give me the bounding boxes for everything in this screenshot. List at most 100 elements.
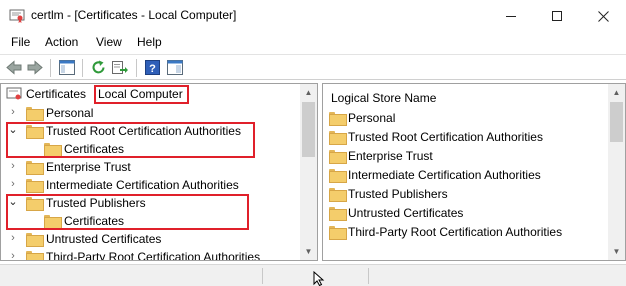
tree-root-item[interactable]: Certificates Local Computer xyxy=(1,85,301,103)
list-vertical-scrollbar[interactable]: ▲ ▼ xyxy=(608,84,625,260)
folder-icon xyxy=(329,131,347,145)
certificate-store-icon xyxy=(6,87,22,100)
folder-icon xyxy=(44,215,62,229)
tree-item-label: Personal xyxy=(46,106,94,120)
certificate-app-icon xyxy=(9,9,25,23)
list-item-label: Untrusted Certificates xyxy=(348,206,464,220)
folder-icon xyxy=(329,188,347,202)
tree-item-third-party[interactable]: › Third-Party Root Certification Authori… xyxy=(1,248,301,261)
title-bar: certlm - [Certificates - Local Computer] xyxy=(0,0,626,32)
list-item-label: Trusted Publishers xyxy=(348,187,448,201)
window-title: certlm - [Certificates - Local Computer] xyxy=(31,8,237,22)
action-pane-icon[interactable] xyxy=(166,59,184,76)
forward-arrow-icon[interactable] xyxy=(26,59,44,76)
chevron-right-icon[interactable]: › xyxy=(8,159,18,173)
tree-item-trusted-root-certificates[interactable]: Certificates xyxy=(1,140,301,158)
tree-root-label-highlight: Local Computer xyxy=(98,87,183,101)
tree-item-label: Intermediate Certification Authorities xyxy=(46,178,239,192)
minimize-icon xyxy=(506,15,516,17)
folder-icon xyxy=(26,197,44,211)
folder-icon xyxy=(26,179,44,193)
list-item[interactable]: Personal xyxy=(323,109,608,127)
folder-icon xyxy=(329,169,347,183)
tree-item-untrusted[interactable]: › Untrusted Certificates xyxy=(1,230,301,248)
menu-bar: File Action View Help xyxy=(0,32,626,53)
folder-icon xyxy=(26,107,44,121)
tree-item-trusted-root[interactable]: ⌄ Trusted Root Certification Authorities xyxy=(1,122,301,140)
tree-item-label: Third-Party Root Certification Authoriti… xyxy=(46,250,261,261)
folder-icon xyxy=(329,150,347,164)
list-item[interactable]: Trusted Publishers xyxy=(323,185,608,203)
folder-icon xyxy=(329,207,347,221)
chevron-right-icon[interactable]: › xyxy=(8,231,18,245)
svg-text:?: ? xyxy=(149,63,156,75)
list-item[interactable]: Trusted Root Certification Authorities xyxy=(323,128,608,146)
list-item-label: Personal xyxy=(348,111,396,125)
toolbar: ? xyxy=(0,54,626,80)
tree-item-trusted-publishers-certificates[interactable]: Certificates xyxy=(1,212,301,230)
list-item-label: Intermediate Certification Authorities xyxy=(348,168,541,182)
tree-vertical-scrollbar[interactable]: ▲ ▼ xyxy=(300,84,317,260)
maximize-button[interactable] xyxy=(534,0,580,32)
scroll-up-arrow-icon[interactable]: ▲ xyxy=(608,84,625,101)
folder-icon xyxy=(329,226,347,240)
back-arrow-icon[interactable] xyxy=(5,59,23,76)
tree-item-label: Trusted Root Certification Authorities xyxy=(46,124,241,138)
scroll-down-arrow-icon[interactable]: ▼ xyxy=(300,243,317,260)
chevron-down-icon[interactable]: ⌄ xyxy=(8,195,18,209)
console-tree-pane: Certificates Local Computer › Personal ⌄… xyxy=(0,83,318,261)
chevron-down-icon[interactable]: ⌄ xyxy=(8,123,18,137)
menu-help[interactable]: Help xyxy=(137,35,162,49)
list-item[interactable]: Untrusted Certificates xyxy=(323,204,608,222)
folder-icon xyxy=(26,161,44,175)
scroll-thumb[interactable] xyxy=(610,102,623,142)
list-item-label: Third-Party Root Certification Authoriti… xyxy=(348,225,563,239)
chevron-right-icon[interactable]: › xyxy=(8,105,18,119)
toolbar-separator xyxy=(136,59,137,77)
refresh-icon[interactable] xyxy=(90,59,108,76)
tree-item-intermediate[interactable]: › Intermediate Certification Authorities xyxy=(1,176,301,194)
scroll-down-arrow-icon[interactable]: ▼ xyxy=(608,243,625,260)
folder-icon xyxy=(329,112,347,126)
menu-action[interactable]: Action xyxy=(45,35,78,49)
list-item[interactable]: Third-Party Root Certification Authoriti… xyxy=(323,223,608,241)
list-item[interactable]: Enterprise Trust xyxy=(323,147,608,165)
menu-view[interactable]: View xyxy=(96,35,122,49)
toolbar-separator xyxy=(50,59,51,77)
close-icon xyxy=(597,10,609,22)
scroll-thumb[interactable] xyxy=(302,102,315,157)
menu-file[interactable]: File xyxy=(11,35,30,49)
close-button[interactable] xyxy=(580,0,626,32)
tree-item-enterprise-trust[interactable]: › Enterprise Trust xyxy=(1,158,301,176)
list-item-label: Trusted Root Certification Authorities xyxy=(348,130,543,144)
folder-icon xyxy=(44,143,62,157)
column-header-logical-store-name[interactable]: Logical Store Name xyxy=(323,89,608,107)
results-list-pane: Logical Store Name Personal Trusted Root… xyxy=(322,83,626,261)
tree-item-label: Certificates xyxy=(64,142,125,156)
chevron-right-icon[interactable]: › xyxy=(8,249,18,260)
tree-item-label: Certificates xyxy=(64,214,125,228)
folder-icon xyxy=(26,125,44,139)
show-hide-console-tree-icon[interactable] xyxy=(58,59,76,76)
export-list-icon[interactable] xyxy=(111,59,129,76)
tree-item-label: Untrusted Certificates xyxy=(46,232,162,246)
maximize-icon xyxy=(552,11,562,21)
toolbar-separator xyxy=(82,59,83,77)
scroll-up-arrow-icon[interactable]: ▲ xyxy=(300,84,317,101)
mouse-pointer-icon xyxy=(313,271,325,286)
tree-root-label: Certificates xyxy=(26,87,87,101)
list-item-label: Enterprise Trust xyxy=(348,149,433,163)
help-icon[interactable]: ? xyxy=(144,59,162,76)
status-divider xyxy=(262,268,263,284)
column-header-label: Logical Store Name xyxy=(331,91,437,105)
tree-item-trusted-publishers[interactable]: ⌄ Trusted Publishers xyxy=(1,194,301,212)
folder-icon xyxy=(26,233,44,247)
list-item[interactable]: Intermediate Certification Authorities xyxy=(323,166,608,184)
tree-item-label: Trusted Publishers xyxy=(46,196,146,210)
tree-item-label: Enterprise Trust xyxy=(46,160,131,174)
tree-item-personal[interactable]: › Personal xyxy=(1,104,301,122)
folder-icon xyxy=(26,251,44,260)
minimize-button[interactable] xyxy=(488,0,534,32)
status-divider xyxy=(368,268,369,284)
chevron-right-icon[interactable]: › xyxy=(8,177,18,191)
